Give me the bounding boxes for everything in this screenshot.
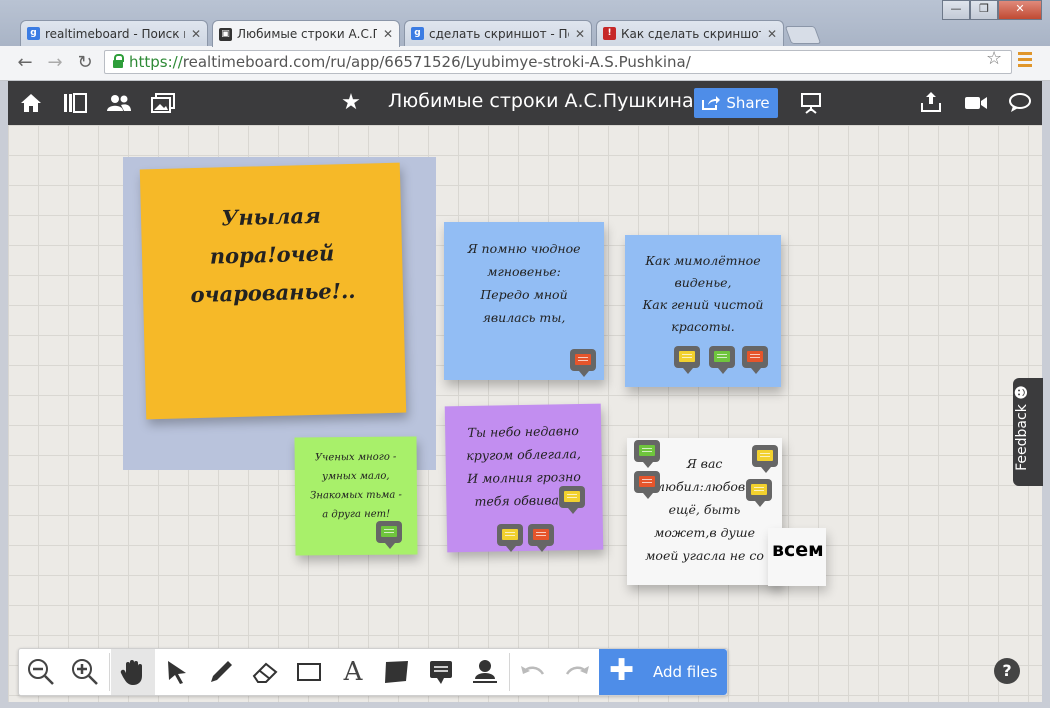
maximize-icon[interactable]: ❐ xyxy=(970,0,998,20)
comment-icon-yellow[interactable] xyxy=(746,479,772,507)
sticky-note-yellow[interactable]: Унылая пора!очей очарованье!.. xyxy=(139,162,407,420)
share-button[interactable]: Share xyxy=(694,88,778,118)
tab-title: realtimeboard - Поиск в G xyxy=(45,26,185,41)
close-tab-icon[interactable]: ✕ xyxy=(575,27,585,41)
note-text: Унылая пора!очей очарованье!.. xyxy=(190,202,356,308)
google-icon: g xyxy=(411,27,424,40)
library-icon[interactable] xyxy=(60,81,90,125)
comment-icon-red[interactable] xyxy=(570,349,596,377)
tab-title: сделать скриншот - Пои xyxy=(429,26,569,41)
close-tab-icon[interactable]: ✕ xyxy=(383,27,393,41)
eraser-icon[interactable] xyxy=(243,649,287,695)
browser-tab-4[interactable]: ! Как сделать скриншот — ✕ xyxy=(596,20,784,46)
presentation-icon[interactable] xyxy=(798,81,824,125)
add-files-label: Add files xyxy=(653,663,718,681)
user-card-icon[interactable] xyxy=(463,649,507,695)
close-window-icon[interactable]: ✕ xyxy=(998,0,1042,20)
favorite-star-icon[interactable]: ★ xyxy=(338,81,364,125)
note-text: Я помню чюдное мгновенье: Передо мной яв… xyxy=(467,241,581,325)
gallery-icon[interactable] xyxy=(148,81,178,125)
share-label: Share xyxy=(726,94,770,112)
lock-icon xyxy=(113,54,124,68)
close-tab-icon[interactable]: ✕ xyxy=(191,27,201,41)
browser-tab-strip: g realtimeboard - Поиск в G ✕ ▣ Любимые … xyxy=(0,0,1050,47)
board-title[interactable]: Любимые строки А.С.Пушкина xyxy=(388,90,694,112)
browser-nav-bar: ← → ↻ https:// realtimeboard.com/ru/app/… xyxy=(0,46,1050,81)
users-icon[interactable] xyxy=(104,81,134,125)
browser-tab-3[interactable]: g сделать скриншот - Пои ✕ xyxy=(404,20,592,46)
feedback-label: Feedback ☻ xyxy=(1013,385,1030,471)
add-files-button[interactable]: ✚ Add files xyxy=(599,649,727,695)
feedback-tab[interactable]: Feedback ☻ xyxy=(1013,378,1043,486)
comment-icon-red[interactable] xyxy=(528,524,554,552)
browser-tab-1[interactable]: g realtimeboard - Поиск в G ✕ xyxy=(20,20,208,46)
tab-title: Как сделать скриншот — xyxy=(621,26,761,41)
chat-icon[interactable] xyxy=(1006,81,1034,125)
toolbar-divider xyxy=(109,653,110,691)
note-text: Ученых много - умных мало, Знакомых тьма… xyxy=(310,451,402,521)
note-text-overflow: всем xyxy=(768,528,826,586)
reload-icon[interactable]: ↻ xyxy=(74,52,96,74)
page-icon: ! xyxy=(603,27,616,40)
comment-icon-green[interactable] xyxy=(634,440,660,468)
bookmark-star-icon[interactable]: ☆ xyxy=(986,48,1002,69)
help-button[interactable]: ? xyxy=(994,658,1020,684)
home-icon[interactable] xyxy=(16,81,46,125)
browser-tab-2[interactable]: ▣ Любимые строки А.С.Пу ✕ xyxy=(212,20,400,47)
app-header: ★ Любимые строки А.С.Пушкина Share xyxy=(8,81,1042,125)
note-text: Я вас любил:любовь ещё, быть может,в душ… xyxy=(645,456,764,563)
realtimeboard-icon: ▣ xyxy=(219,27,232,41)
select-arrow-icon[interactable] xyxy=(155,649,199,695)
hand-tool-icon[interactable] xyxy=(111,649,155,695)
plus-icon: ✚ xyxy=(609,653,635,688)
comment-icon-yellow[interactable] xyxy=(752,445,778,473)
redo-icon[interactable] xyxy=(555,649,599,695)
text-tool-icon[interactable]: A xyxy=(331,649,375,695)
undo-icon[interactable] xyxy=(511,649,555,695)
minimize-icon[interactable]: — xyxy=(942,0,970,20)
comment-icon-red[interactable] xyxy=(634,471,660,499)
comment-icon-yellow[interactable] xyxy=(674,346,700,374)
url-scheme: https:// xyxy=(129,53,183,71)
new-tab-button[interactable] xyxy=(784,26,822,44)
forward-arrow-icon[interactable]: → xyxy=(44,52,66,74)
window-controls: — ❐ ✕ xyxy=(942,0,1042,20)
google-icon: g xyxy=(27,27,40,40)
sticky-note-purple[interactable]: Ты небо недавно кругом облегала, И молни… xyxy=(444,403,604,553)
pen-icon[interactable] xyxy=(199,649,243,695)
share-icon xyxy=(702,96,721,110)
rectangle-icon[interactable] xyxy=(287,649,331,695)
sticky-note-icon[interactable] xyxy=(375,649,419,695)
comment-icon[interactable] xyxy=(419,649,463,695)
video-icon[interactable] xyxy=(962,81,990,125)
address-bar[interactable]: https:// realtimeboard.com/ru/app/665715… xyxy=(104,50,1012,74)
zoom-in-icon[interactable] xyxy=(63,649,107,695)
comment-icon-yellow[interactable] xyxy=(497,524,523,552)
tab-title: Любимые строки А.С.Пу xyxy=(237,27,377,41)
overflow-word: всем xyxy=(772,539,824,561)
board-canvas[interactable]: Унылая пора!очей очарованье!.. Я помню ч… xyxy=(8,125,1042,702)
bottom-toolbar: A ✚ Add files xyxy=(18,648,728,696)
back-arrow-icon[interactable]: ← xyxy=(14,52,36,74)
close-tab-icon[interactable]: ✕ xyxy=(767,27,777,41)
comment-icon-green[interactable] xyxy=(709,346,735,374)
url-path: realtimeboard.com/ru/app/66571526/Lyubim… xyxy=(182,53,691,71)
comment-icon-red[interactable] xyxy=(742,346,768,374)
zoom-out-icon[interactable] xyxy=(19,649,63,695)
export-icon[interactable] xyxy=(918,81,944,125)
toolbar-divider xyxy=(509,653,510,691)
comment-icon-green[interactable] xyxy=(376,521,402,549)
comment-icon-yellow[interactable] xyxy=(559,486,585,514)
browser-menu-icon[interactable] xyxy=(1018,52,1032,70)
note-text: Как мимолётное виденье, Как гений чистой… xyxy=(642,253,764,334)
